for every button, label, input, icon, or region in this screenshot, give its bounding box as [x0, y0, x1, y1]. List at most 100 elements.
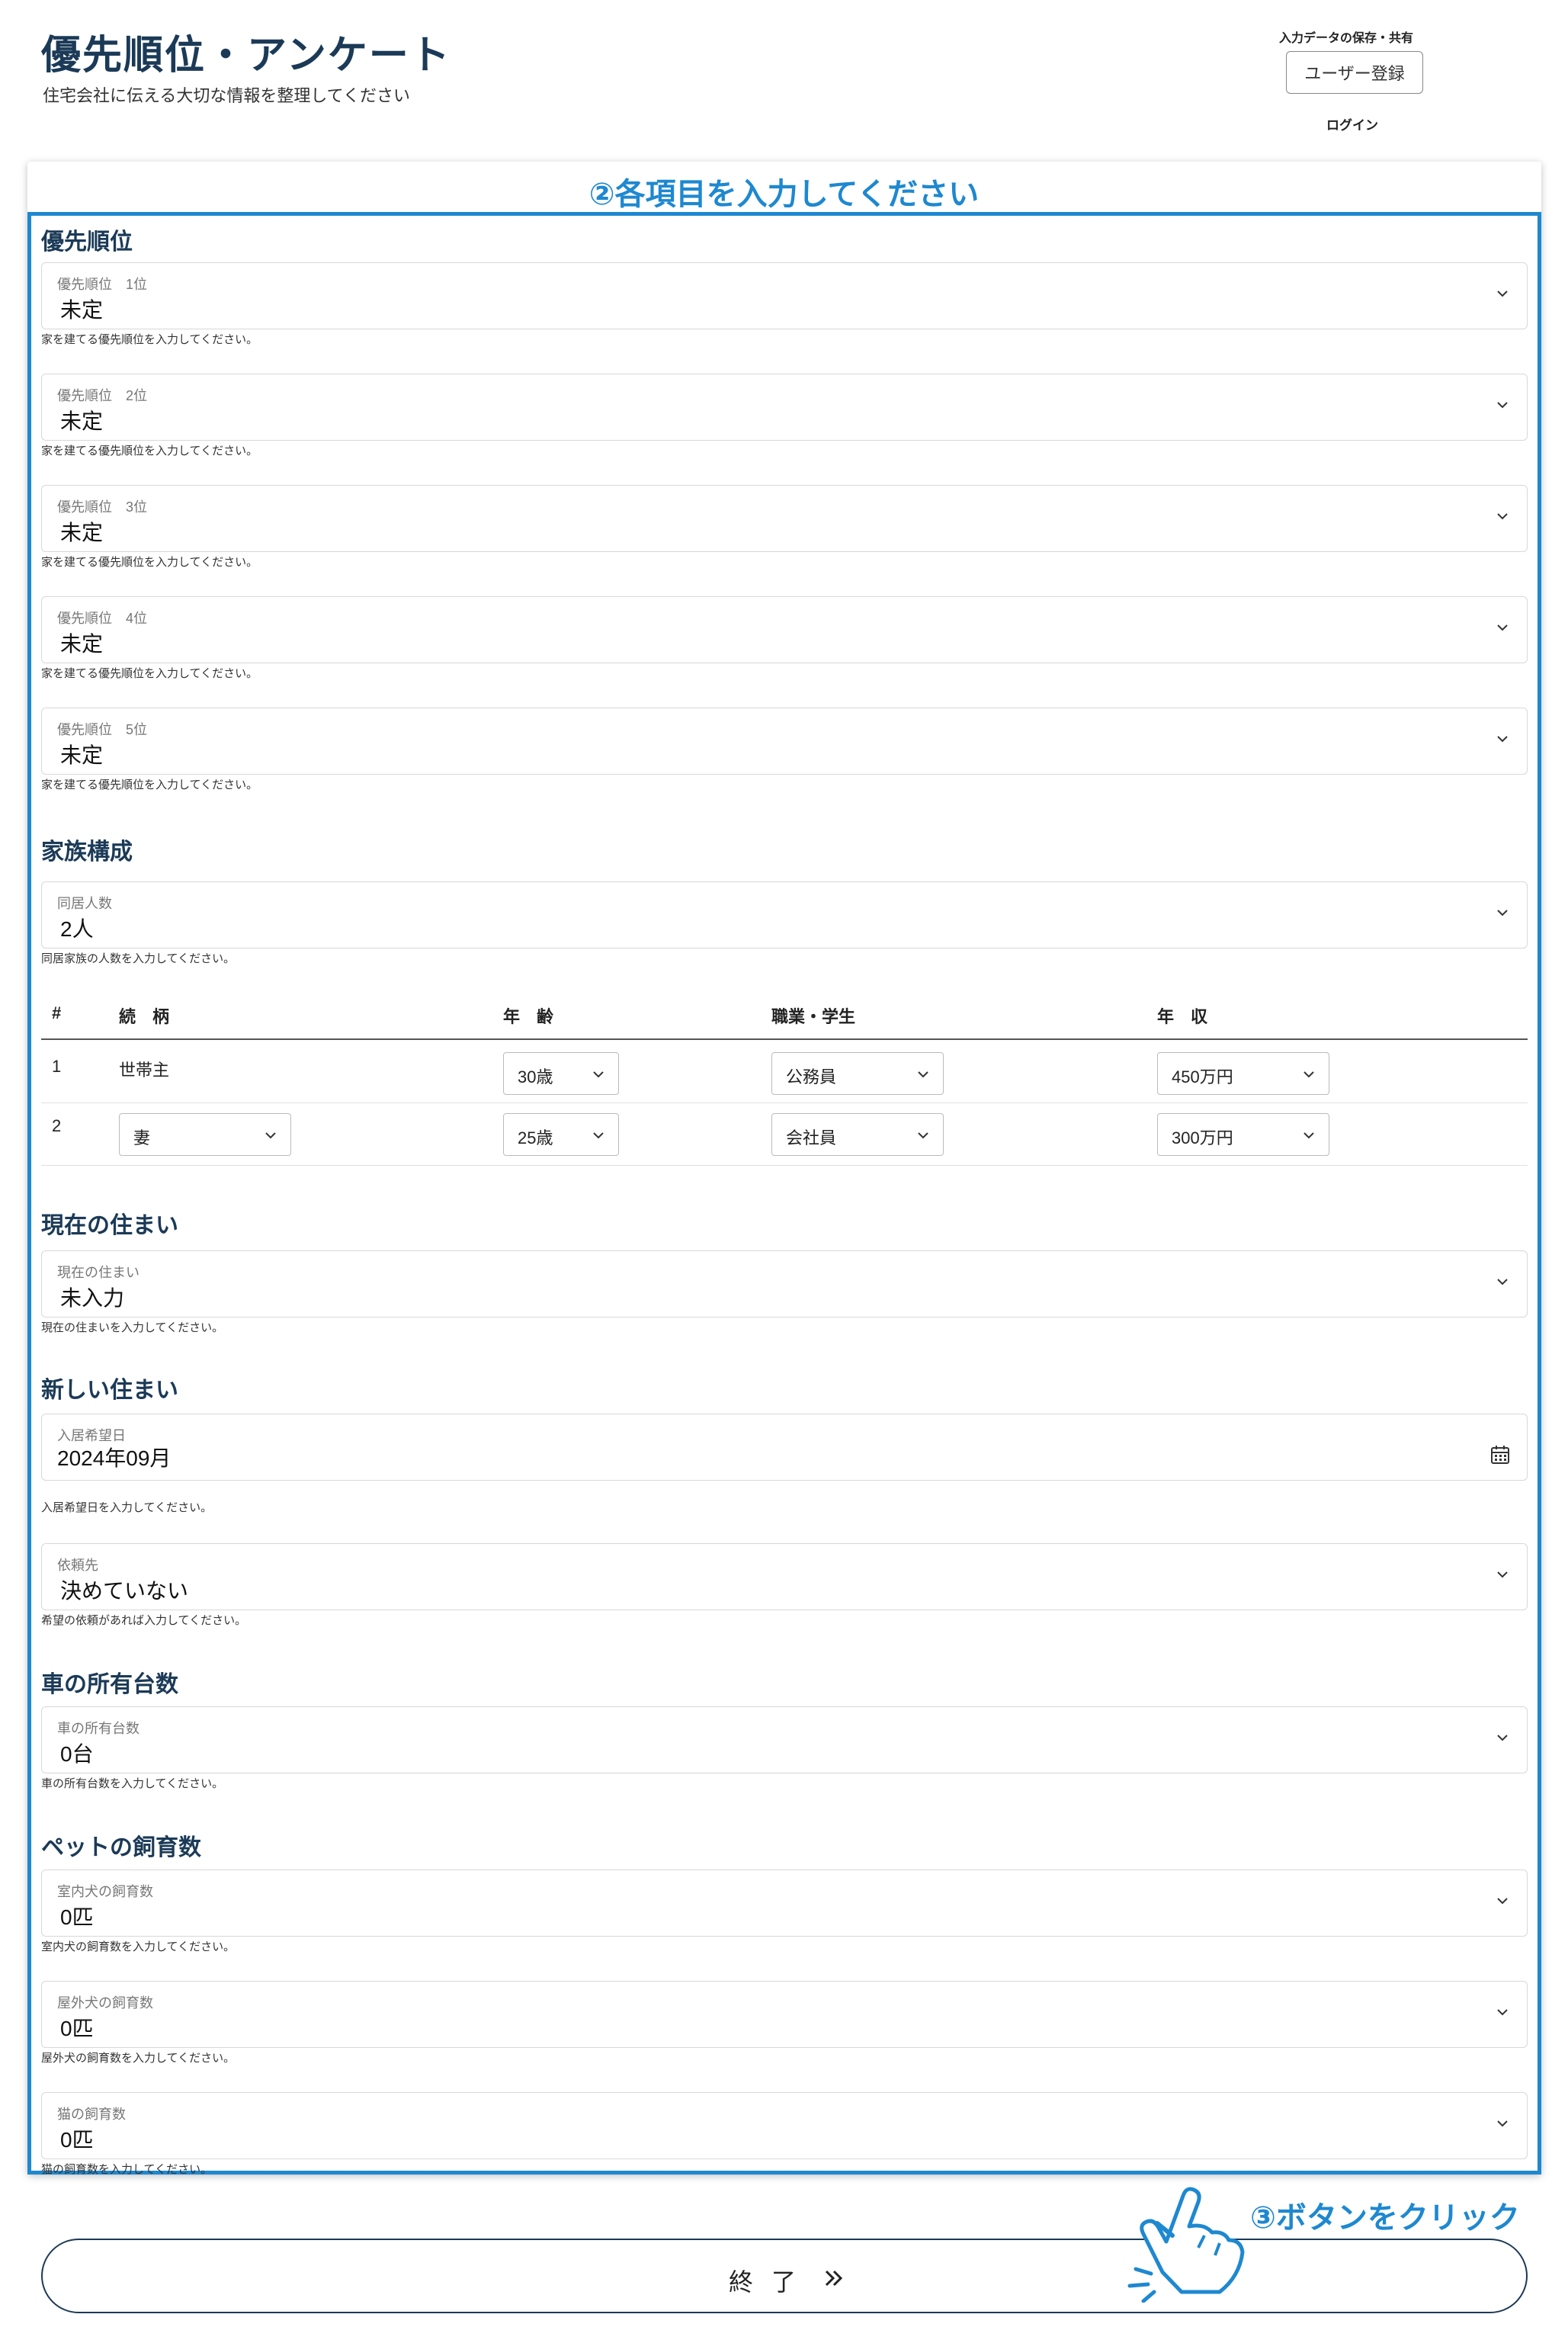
- age-select[interactable]: 25歳: [503, 1113, 619, 1156]
- field-value: 未定: [60, 521, 104, 544]
- step3-label: ③ボタンをクリック: [1250, 2201, 1520, 2235]
- helper-text: 同居家族の人数を入力してください。: [41, 952, 236, 965]
- income-select[interactable]: 300万円: [1157, 1113, 1329, 1156]
- household-count-select[interactable]: 同居人数 2人: [41, 881, 1528, 948]
- job-select[interactable]: 公務員: [771, 1052, 944, 1095]
- select-value: 300万円: [1172, 1128, 1233, 1147]
- field-value: 決めていない: [60, 1579, 189, 1603]
- chevron-down-icon: [265, 1132, 276, 1139]
- table-header-job: 職業・学生: [771, 1007, 856, 1026]
- double-chevron-right-icon: [825, 2270, 843, 2287]
- age-select[interactable]: 30歳: [503, 1052, 619, 1095]
- chevron-down-icon: [593, 1071, 604, 1078]
- select-value: 30歳: [518, 1067, 553, 1086]
- chevron-down-icon: [1497, 1735, 1508, 1741]
- helper-text: 家を建てる優先順位を入力してください。: [41, 333, 258, 346]
- chevron-down-icon: [1497, 290, 1508, 297]
- helper-text: 現在の住まいを入力してください。: [41, 1321, 224, 1334]
- select-value: 450万円: [1172, 1067, 1233, 1086]
- pointing-hand-icon: [1127, 2187, 1245, 2303]
- field-label: 屋外犬の飼育数: [57, 1995, 153, 2011]
- login-link[interactable]: ログイン: [1326, 114, 1378, 133]
- field-label: 猫の飼育数: [57, 2107, 126, 2122]
- select-value: 25歳: [518, 1128, 553, 1147]
- field-value: 2人: [60, 917, 94, 941]
- section-title-current-home: 現在の住まい: [41, 1213, 178, 1238]
- priority-select-5[interactable]: 優先順位 5位 未定: [41, 708, 1528, 775]
- helper-text: 入居希望日を入力してください。: [41, 1501, 213, 1514]
- chevron-down-icon: [1303, 1132, 1314, 1139]
- save-share-label: 入力データの保存・共有: [1279, 32, 1414, 45]
- outdoor-dog-select[interactable]: 屋外犬の飼育数 0匹: [41, 1981, 1528, 2048]
- finish-button-label: 終了: [729, 2268, 815, 2296]
- field-label: 現在の住まい: [57, 1265, 139, 1280]
- income-select[interactable]: 450万円: [1157, 1052, 1329, 1095]
- chevron-down-icon: [593, 1132, 604, 1139]
- field-value: 未定: [60, 409, 104, 433]
- chevron-down-icon: [1497, 1279, 1508, 1285]
- row-number: 1: [52, 1057, 62, 1076]
- relation-select[interactable]: 妻: [119, 1113, 291, 1156]
- finish-button[interactable]: 終了: [41, 2239, 1528, 2313]
- cat-select[interactable]: 猫の飼育数 0匹: [41, 2092, 1528, 2159]
- step2-label: ②各項目を入力してください: [588, 178, 980, 211]
- field-value: 未定: [60, 632, 104, 656]
- calendar-icon[interactable]: [1490, 1445, 1510, 1465]
- field-label: 優先順位 1位: [57, 277, 148, 292]
- priority-select-3[interactable]: 優先順位 3位 未定: [41, 485, 1528, 552]
- helper-text: 屋外犬の飼育数を入力してください。: [41, 2052, 236, 2065]
- builder-select[interactable]: 依頼先 決めていない: [41, 1543, 1528, 1610]
- page-subtitle: 住宅会社に伝える大切な情報を整理してください: [43, 86, 411, 105]
- table-header-num: #: [52, 1003, 62, 1022]
- section-title-cars: 車の所有台数: [41, 1672, 178, 1697]
- chevron-down-icon: [1497, 736, 1508, 743]
- table-header-income: 年 収: [1157, 1007, 1208, 1026]
- section-title-new-home: 新しい住まい: [41, 1378, 178, 1403]
- chevron-down-icon: [1497, 624, 1508, 631]
- chevron-down-icon: [918, 1132, 928, 1139]
- chevron-down-icon: [918, 1071, 928, 1078]
- field-value: 0台: [60, 1742, 94, 1766]
- select-value: 妻: [133, 1128, 151, 1147]
- field-label: 車の所有台数: [57, 1721, 139, 1736]
- field-value: 未定: [60, 743, 104, 767]
- car-count-select[interactable]: 車の所有台数 0台: [41, 1706, 1528, 1773]
- page-title: 優先順位・アンケート: [41, 34, 451, 78]
- field-value: 未入力: [60, 1286, 125, 1310]
- helper-text: 家を建てる優先順位を入力してください。: [41, 445, 258, 457]
- helper-text: 家を建てる優先順位を入力してください。: [41, 667, 258, 680]
- field-label: 室内犬の飼育数: [57, 1884, 153, 1899]
- row-number: 2: [52, 1116, 62, 1135]
- chevron-down-icon: [1497, 1898, 1508, 1905]
- chevron-down-icon: [1497, 2120, 1508, 2127]
- priority-select-4[interactable]: 優先順位 4位 未定: [41, 596, 1528, 663]
- field-label: 優先順位 4位: [57, 611, 148, 626]
- section-title-family: 家族構成: [41, 839, 133, 865]
- helper-text: 猫の飼育数を入力してください。: [41, 2163, 213, 2176]
- helper-text: 車の所有台数を入力してください。: [41, 1777, 224, 1790]
- chevron-down-icon: [1497, 402, 1508, 409]
- field-label: 同居人数: [57, 896, 112, 911]
- chevron-down-icon: [1497, 2009, 1508, 2016]
- chevron-down-icon: [1497, 910, 1508, 916]
- relation-text: 世帯主: [119, 1061, 170, 1080]
- field-label: 優先順位 5位: [57, 722, 148, 737]
- field-label: 優先順位 3位: [57, 499, 148, 515]
- indoor-dog-select[interactable]: 室内犬の飼育数 0匹: [41, 1870, 1528, 1937]
- select-value: 会社員: [786, 1128, 837, 1147]
- chevron-down-icon: [1497, 513, 1508, 520]
- current-home-select[interactable]: 現在の住まい 未入力: [41, 1250, 1528, 1318]
- job-select[interactable]: 会社員: [771, 1113, 944, 1156]
- move-in-date-input[interactable]: 入居希望日 2024年09月: [41, 1414, 1528, 1481]
- helper-text: 室内犬の飼育数を入力してください。: [41, 1940, 236, 1953]
- helper-text: 家を建てる優先順位を入力してください。: [41, 556, 258, 569]
- priority-select-1[interactable]: 優先順位 1位 未定: [41, 262, 1528, 329]
- helper-text: 家を建てる優先順位を入力してください。: [41, 778, 258, 791]
- table-row-divider: [41, 1165, 1528, 1166]
- chevron-down-icon: [1303, 1071, 1314, 1078]
- field-value: 未定: [60, 298, 104, 322]
- priority-select-2[interactable]: 優先順位 2位 未定: [41, 374, 1528, 441]
- register-button[interactable]: ユーザー登録: [1286, 51, 1423, 94]
- table-header-relation: 続 柄: [119, 1007, 170, 1026]
- helper-text: 希望の依頼があれば入力してください。: [41, 1614, 247, 1627]
